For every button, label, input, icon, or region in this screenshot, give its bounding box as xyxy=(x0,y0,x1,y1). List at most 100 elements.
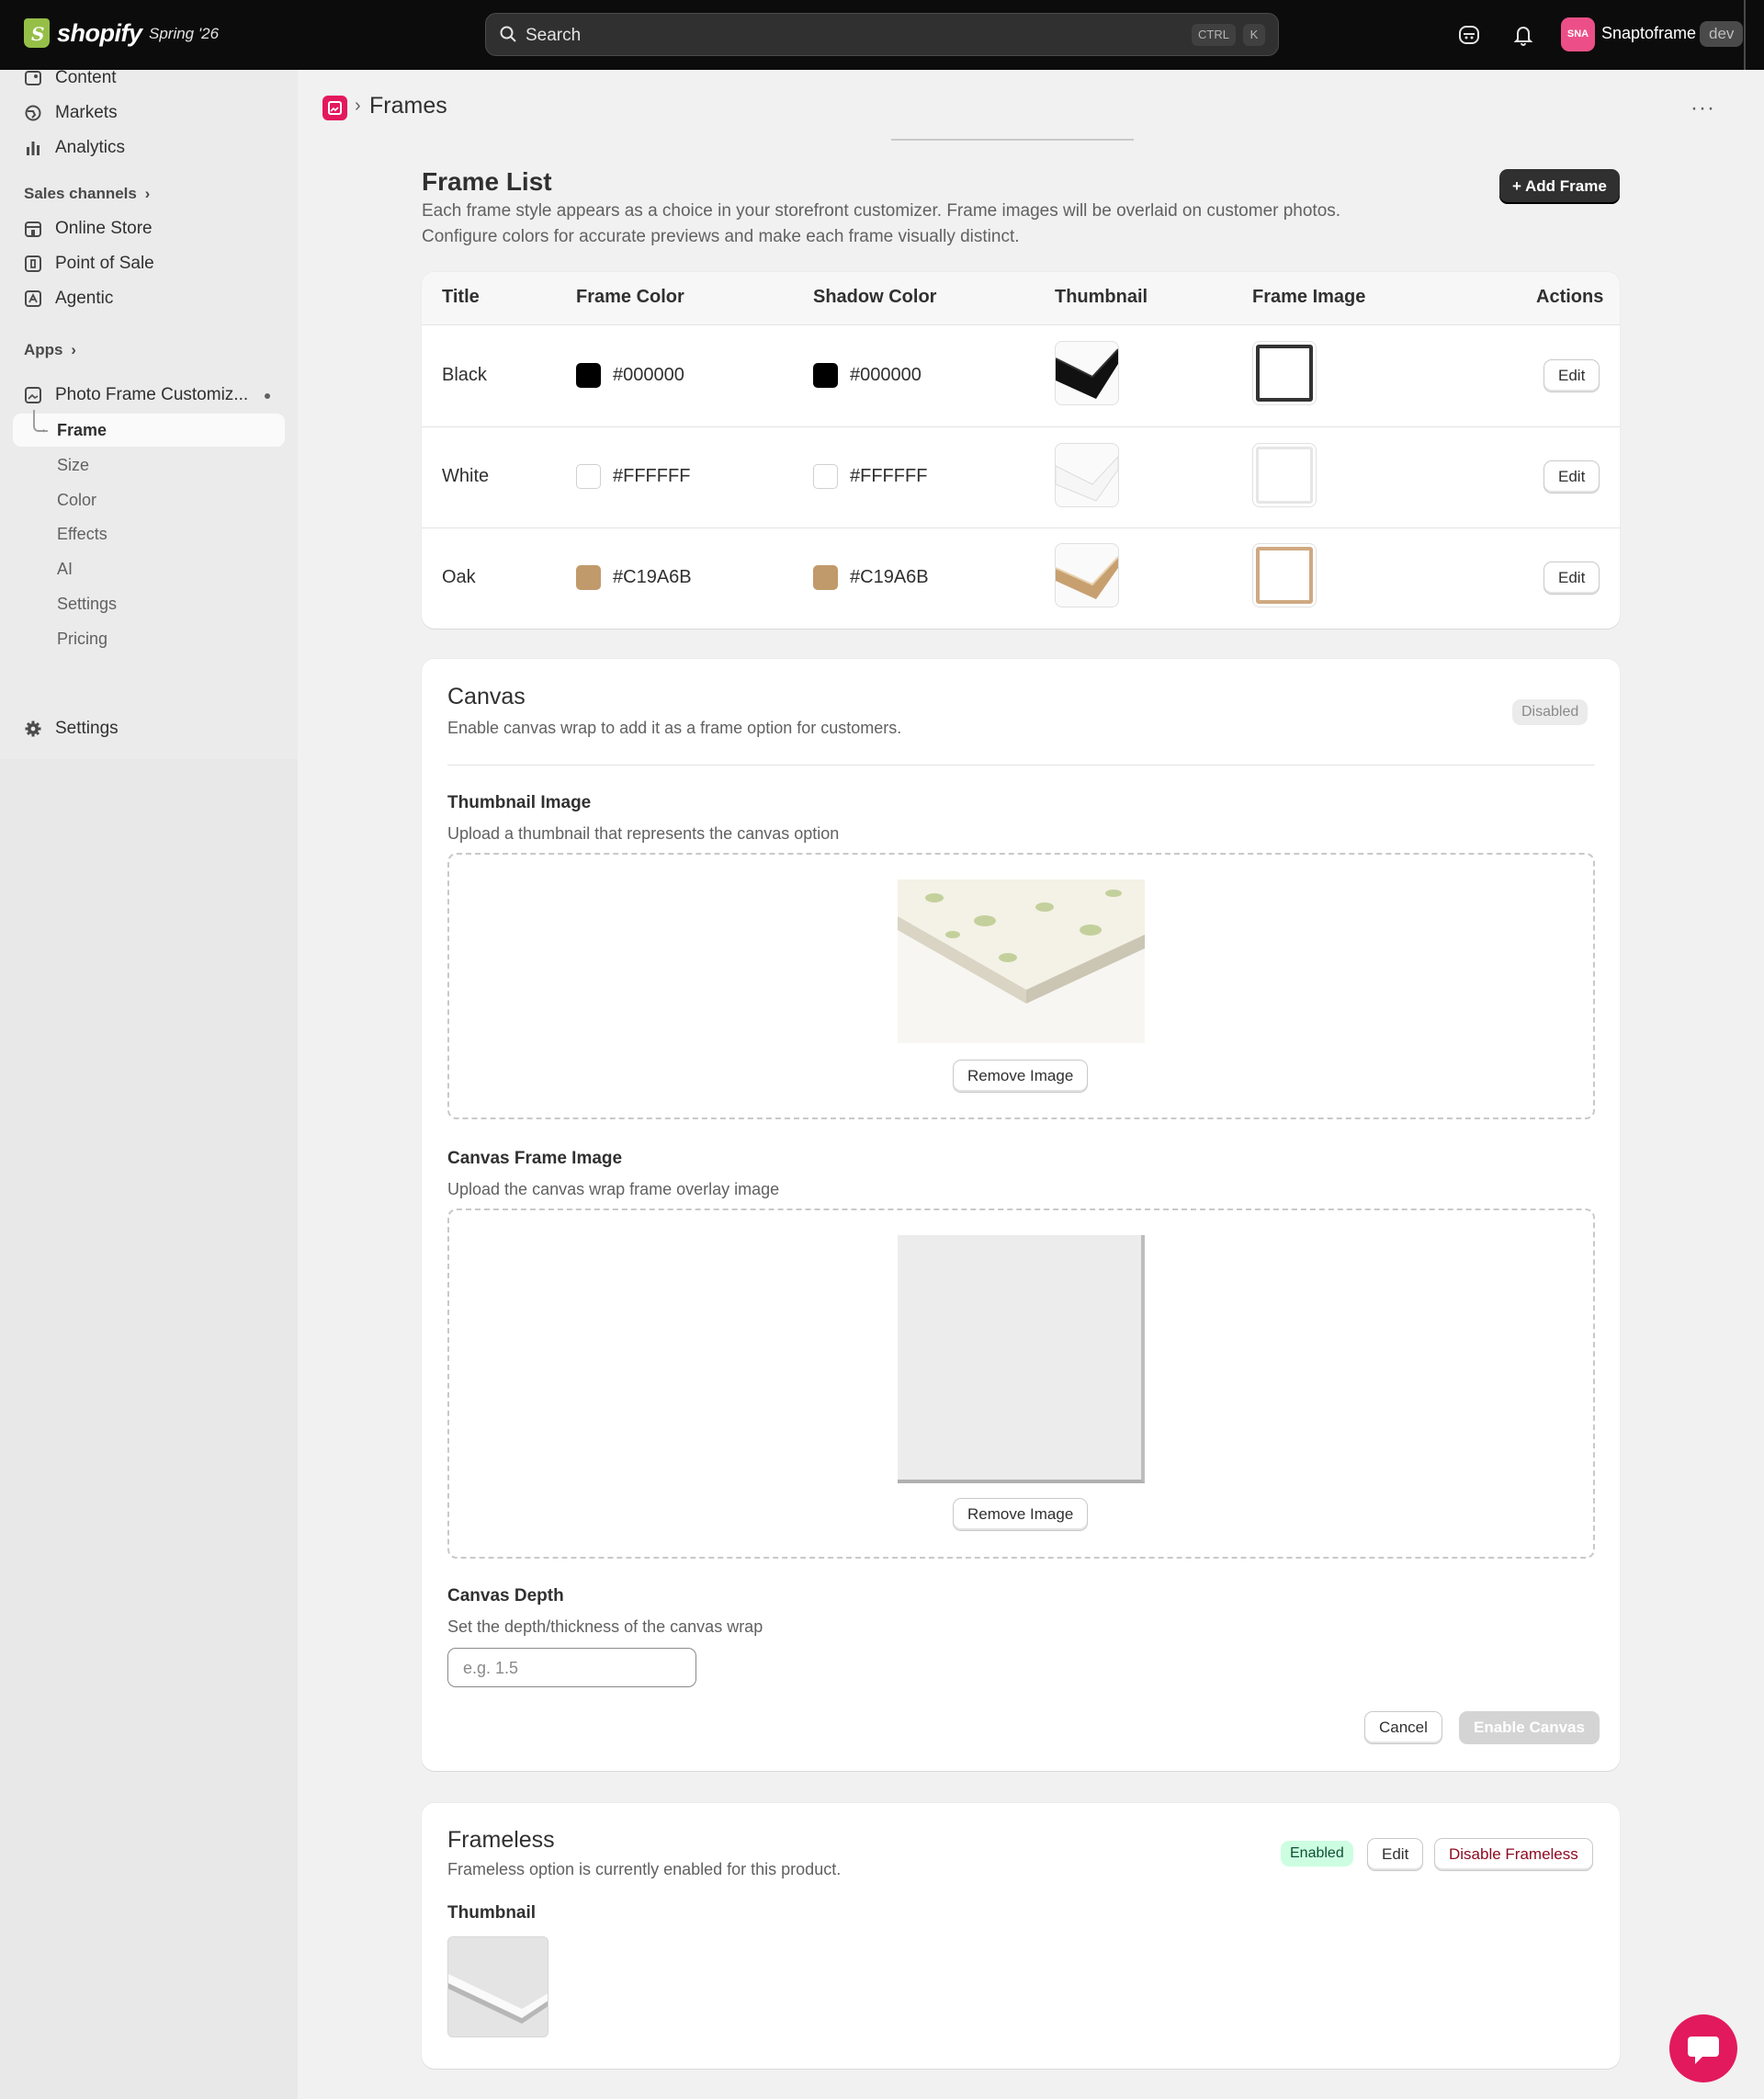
divider xyxy=(447,765,1595,766)
sidebar-item-label: Photo Frame Customiz... xyxy=(55,385,249,404)
shadow-color-swatch xyxy=(813,363,838,388)
sidebar-subitem-effects[interactable]: Effects xyxy=(57,525,107,544)
avatar[interactable]: SNA xyxy=(1561,17,1595,51)
frameless-title: Frameless xyxy=(447,1827,555,1853)
frame-thumbnail xyxy=(1055,543,1119,607)
chat-button[interactable] xyxy=(1669,2014,1737,2082)
sidebar-section-sales-channels[interactable]: Sales channels › xyxy=(24,185,150,203)
globe-icon xyxy=(25,105,41,121)
sidebar-lower-area xyxy=(0,759,298,2099)
store-icon xyxy=(25,221,41,237)
row-title: Black xyxy=(442,365,487,385)
sidebar-subitem-settings[interactable]: Settings xyxy=(57,595,117,614)
bell-icon[interactable] xyxy=(1510,22,1536,48)
column-header-thumbnail: Thumbnail xyxy=(1055,287,1148,307)
search-bar[interactable]: Search CTRL K xyxy=(485,13,1279,56)
sidebar-item-settings[interactable]: Settings xyxy=(24,719,119,739)
frameless-thumbnail xyxy=(447,1936,548,2037)
sidebar-item-label: Analytics xyxy=(55,138,126,157)
sidebar-subitem-ai[interactable]: AI xyxy=(57,560,73,579)
shadow-color-swatch xyxy=(813,565,838,590)
thumbnail-image-label: Thumbnail Image xyxy=(447,793,592,812)
column-header-frame-color: Frame Color xyxy=(576,287,684,307)
sidebar-item-analytics[interactable]: Analytics xyxy=(24,138,125,158)
edit-button[interactable]: Edit xyxy=(1544,359,1600,392)
agentic-icon xyxy=(25,290,41,307)
shadow-color-value: #C19A6B xyxy=(850,567,929,587)
cancel-button[interactable]: Cancel xyxy=(1364,1711,1442,1744)
canvas-frame-image-help: Upload the canvas wrap frame overlay ima… xyxy=(447,1180,780,1198)
row-title: Oak xyxy=(442,567,476,587)
frame-color-value: #C19A6B xyxy=(613,567,692,587)
gear-icon xyxy=(25,720,41,737)
sidebar-item-point-of-sale[interactable]: Point of Sale xyxy=(24,254,154,274)
edit-button[interactable]: Edit xyxy=(1544,460,1600,494)
edit-frameless-button[interactable]: Edit xyxy=(1367,1838,1424,1871)
sidekick-icon[interactable] xyxy=(1456,22,1482,48)
kbd-ctrl: CTRL xyxy=(1192,24,1236,46)
sidebar-item-photo-frame-app[interactable]: Photo Frame Customiz... xyxy=(24,385,248,405)
sidebar-item-agentic[interactable]: Agentic xyxy=(24,289,113,309)
thumbnail-image-help: Upload a thumbnail that represents the c… xyxy=(447,824,840,843)
sidebar-item-markets[interactable]: Markets xyxy=(24,103,118,123)
frame-list-title: Frame List xyxy=(422,167,552,196)
frame-color-value: #000000 xyxy=(613,365,684,385)
chevron-right-icon: › xyxy=(144,185,151,202)
column-header-frame-image: Frame Image xyxy=(1252,287,1366,307)
remove-thumbnail-button[interactable]: Remove Image xyxy=(953,1060,1089,1093)
frame-list-description: Each frame style appears as a choice in … xyxy=(422,201,1341,221)
sidebar-subitem-size[interactable]: Size xyxy=(57,456,89,475)
frame-image xyxy=(1252,443,1317,507)
section-label: Apps xyxy=(24,341,63,358)
frameless-thumbnail-label: Thumbnail xyxy=(447,1903,537,1923)
pin-dot-icon[interactable] xyxy=(265,393,270,399)
shopify-logo[interactable]: shopify xyxy=(24,18,142,48)
canvas-depth-input[interactable]: e.g. 1.5 xyxy=(447,1648,696,1687)
frame-color-swatch xyxy=(576,565,601,590)
chat-icon xyxy=(1688,2037,1719,2064)
canvas-frame-image xyxy=(898,1235,1145,1483)
sidebar-item-label: Markets xyxy=(55,103,118,122)
kbd-k: K xyxy=(1243,24,1265,46)
disable-frameless-button[interactable]: Disable Frameless xyxy=(1434,1838,1593,1871)
page-header xyxy=(298,70,1744,143)
frame-color-value: #FFFFFF xyxy=(613,466,691,486)
canvas-depth-help: Set the depth/thickness of the canvas wr… xyxy=(447,1617,763,1636)
frame-list-description: Configure colors for accurate previews a… xyxy=(422,227,1020,246)
sidebar-item-label: Online Store xyxy=(55,219,153,238)
app-logo-icon[interactable] xyxy=(322,96,347,120)
sidebar-section-apps[interactable]: Apps › xyxy=(24,341,76,359)
content-icon xyxy=(25,71,41,85)
shadow-color-value: #000000 xyxy=(850,365,922,385)
sidebar-subitem-pricing[interactable]: Pricing xyxy=(57,630,107,649)
sidebar-item-label: Settings xyxy=(55,719,119,738)
frame-color-swatch xyxy=(576,464,601,489)
pos-icon xyxy=(25,255,41,272)
remove-frame-image-button[interactable]: Remove Image xyxy=(953,1498,1089,1531)
frameless-description: Frameless option is currently enabled fo… xyxy=(447,1860,842,1878)
column-header-shadow-color: Shadow Color xyxy=(813,287,937,307)
enable-canvas-button[interactable]: Enable Canvas xyxy=(1459,1711,1600,1744)
status-badge: Enabled xyxy=(1281,1841,1353,1866)
edit-button[interactable]: Edit xyxy=(1544,562,1600,595)
sidebar-item-online-store[interactable]: Online Store xyxy=(24,219,153,239)
env-tag: dev xyxy=(1700,21,1744,47)
row-title: White xyxy=(442,466,490,486)
column-header-actions: Actions xyxy=(1536,287,1604,307)
add-frame-button[interactable]: + Add Frame xyxy=(1499,169,1620,204)
row-divider xyxy=(422,426,1620,427)
frame-image xyxy=(1252,341,1317,405)
sidebar-item-content[interactable]: Content xyxy=(24,68,117,88)
arrow-right-icon: → xyxy=(35,421,48,436)
sidebar-subitem-color[interactable]: Color xyxy=(57,491,96,510)
store-name[interactable]: Snaptoframe xyxy=(1601,24,1696,43)
canvas-description: Enable canvas wrap to add it as a frame … xyxy=(447,719,902,737)
sidebar-subitem-frame[interactable]: Frame xyxy=(57,421,107,440)
app-icon xyxy=(25,387,41,403)
sidebar-item-label: Content xyxy=(55,68,117,87)
window-edge xyxy=(1744,0,1746,70)
status-badge: Disabled xyxy=(1512,699,1589,725)
frame-thumbnail xyxy=(1055,341,1119,405)
more-actions-icon[interactable]: ··· xyxy=(1690,96,1715,121)
section-label: Sales channels xyxy=(24,185,137,202)
